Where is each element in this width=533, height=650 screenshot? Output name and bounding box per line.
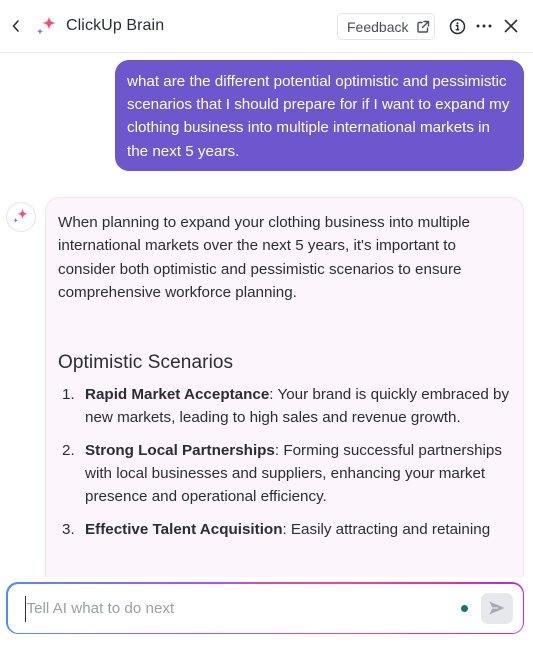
composer-inner — [7, 583, 523, 633]
back-button[interactable] — [7, 17, 25, 35]
list-item-text: : Easily attracting and retain­ing — [282, 520, 491, 538]
list-item: 2. Strong Local Partnerships: Forming su… — [58, 439, 511, 509]
ai-response-intro: When planning to expand your clothing bu… — [58, 214, 471, 301]
send-button[interactable] — [480, 592, 513, 624]
list-item: 3. Effective Talent Acquisition: Easily … — [58, 518, 511, 541]
header: ClickUp Brain Feedback — [0, 0, 533, 53]
prompt-input[interactable] — [24, 595, 445, 622]
composer — [6, 582, 524, 634]
ai-response-card: When planning to expand your clothing bu… — [45, 197, 524, 577]
more-horizontal-icon — [476, 24, 492, 28]
chevron-left-icon — [12, 20, 19, 32]
info-button[interactable] — [448, 17, 466, 35]
list-item-title: Rapid Market Acceptance — [85, 386, 270, 404]
status-indicator-dot — [460, 604, 468, 612]
more-options-button[interactable] — [475, 17, 493, 35]
list-item-title: Effective Talent Acquisition — [85, 520, 283, 538]
section-heading: Optimistic Scenarios — [58, 352, 234, 374]
info-icon — [449, 18, 465, 34]
list-item-number: 2. — [62, 441, 75, 459]
close-icon — [504, 19, 518, 33]
send-icon — [489, 601, 504, 615]
external-link-icon — [417, 20, 430, 33]
feedback-label: Feedback — [347, 18, 409, 35]
list-item-title: Strong Local Partnerships — [85, 441, 275, 459]
ai-avatar — [6, 202, 36, 232]
list-item-number: 1. — [62, 386, 75, 404]
sparkle-icon — [13, 208, 28, 223]
app-title: ClickUp Brain — [66, 17, 165, 34]
user-message: what are the different potential optimis… — [115, 60, 524, 171]
list-item-number: 3. — [62, 520, 75, 538]
scenario-list: 1. Rapid Market Acceptance: Your brand i… — [58, 383, 511, 541]
feedback-button[interactable]: Feedback — [337, 13, 435, 40]
close-button[interactable] — [502, 17, 520, 35]
list-item: 1. Rapid Market Acceptance: Your brand i… — [58, 383, 511, 430]
sparkle-icon — [36, 16, 56, 35]
